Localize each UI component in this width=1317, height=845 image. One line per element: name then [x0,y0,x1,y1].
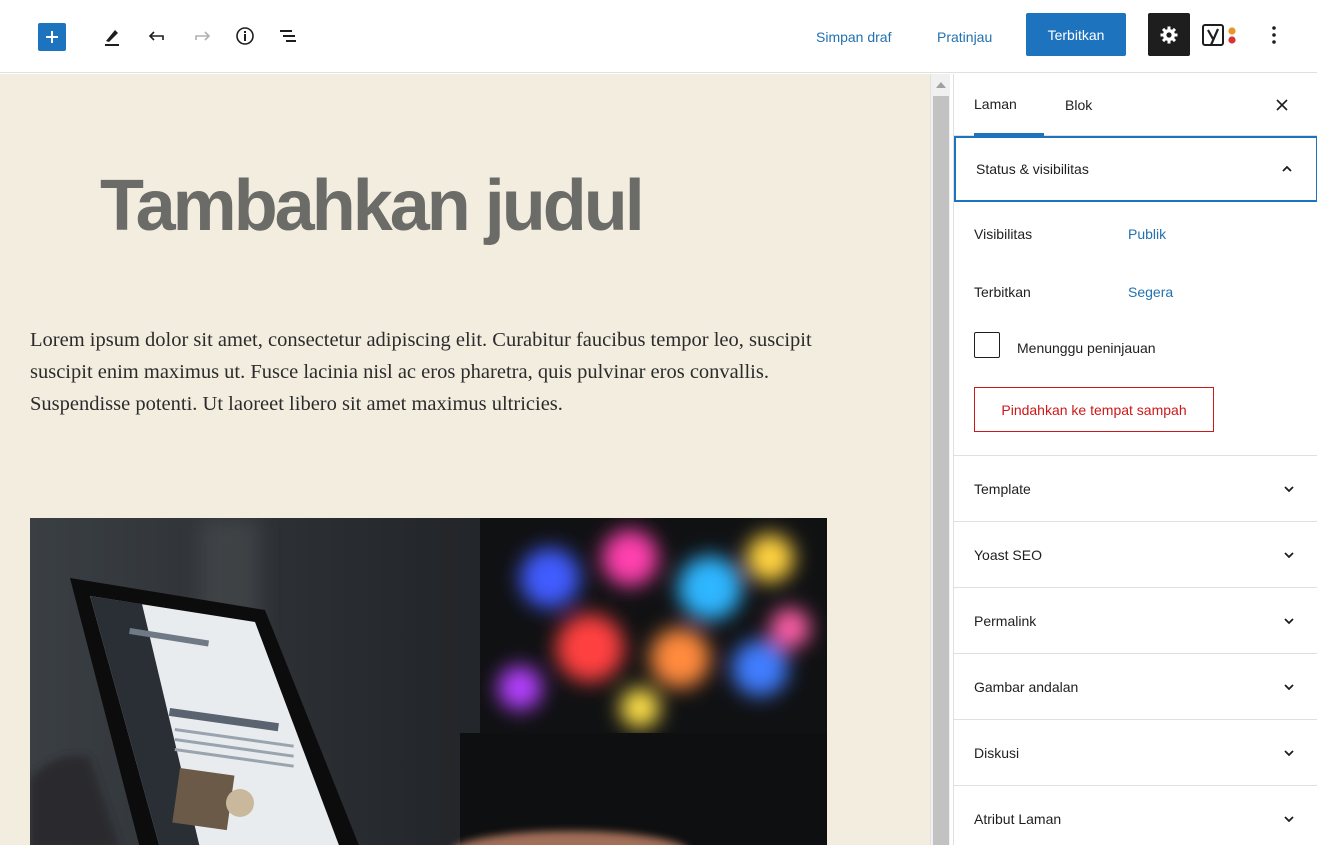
details-button[interactable] [231,22,259,50]
tab-label: Blok [1065,97,1093,113]
save-draft-button[interactable]: Simpan draf [816,27,891,47]
panel-title: Diskusi [974,744,1020,761]
info-icon [236,27,254,45]
panel-title: Atribut Laman [974,810,1062,827]
more-vertical-icon [1272,26,1276,44]
tab-label: Laman [974,95,1017,112]
move-to-trash-button[interactable]: Pindahkan ke tempat sampah [974,387,1214,432]
settings-button[interactable] [1148,13,1190,56]
panel-yoast-seo[interactable]: Yoast SEO [954,521,1317,587]
panel-permalink[interactable]: Permalink [954,587,1317,653]
sidebar-tabs: Laman Blok [954,74,1317,136]
panel-title: Permalink [974,612,1037,629]
panel-page-attributes[interactable]: Atribut Laman [954,785,1317,845]
yoast-icon [1202,24,1236,46]
visibility-value-button[interactable]: Publik [1128,226,1166,242]
chevron-down-icon [1284,815,1294,822]
panel-status-visibility[interactable]: Status & visibilitas [954,136,1317,202]
settings-sidebar: Laman Blok Status & visibilitas Visibili… [953,74,1317,845]
preview-button[interactable]: Pratinjau [937,27,992,47]
chevron-down-icon [1284,749,1294,756]
visibility-label: Visibilitas [974,226,1033,242]
scrollbar-thumb[interactable] [933,96,949,845]
scroll-up-icon[interactable] [936,82,946,88]
publish-button[interactable]: Terbitkan [1026,13,1126,56]
panel-title: Yoast SEO [974,546,1042,563]
list-view-icon [280,30,296,42]
panel-title: Gambar andalan [974,678,1079,695]
editor-toolbar: Simpan draf Pratinjau Terbitkan [0,0,1317,73]
undo-icon [148,31,164,41]
editor-canvas: Tambahkan judul Lorem ipsum dolor sit am… [0,74,930,845]
chevron-down-icon [1284,551,1294,558]
chevron-down-icon [1284,617,1294,624]
more-options-button[interactable] [1262,20,1286,50]
tab-blok[interactable]: Blok [1065,74,1115,136]
panel-featured-image[interactable]: Gambar andalan [954,653,1317,719]
redo-icon [195,31,211,41]
paragraph-block[interactable]: Lorem ipsum dolor sit amet, consectetur … [30,324,830,420]
chevron-down-icon [1284,485,1294,492]
image-block[interactable] [30,518,827,845]
tools-button[interactable] [98,22,126,50]
list-view-button[interactable] [274,22,302,50]
pending-review-label: Menunggu peninjauan [1017,340,1156,356]
chevron-up-icon [1282,165,1292,172]
publish-label: Terbitkan [974,284,1031,300]
pending-review-checkbox[interactable] [974,332,1000,358]
editor-scrollbar[interactable] [930,74,950,845]
pencil-icon [105,30,119,46]
add-block-button[interactable] [38,23,66,51]
laptop-photo [30,518,827,845]
gear-icon [1160,26,1178,43]
tab-laman[interactable]: Laman [974,74,1044,136]
publish-date-button[interactable]: Segera [1128,284,1173,300]
post-title-input[interactable]: Tambahkan judul [90,164,850,248]
close-icon [1276,99,1288,111]
chevron-down-icon [1284,683,1294,690]
panel-template[interactable]: Template [954,455,1317,521]
panel-title: Template [974,480,1031,497]
yoast-button[interactable] [1198,18,1246,52]
close-sidebar-button[interactable] [1270,93,1294,117]
plus-icon [46,31,58,43]
panel-title: Status & visibilitas [976,161,1089,177]
undo-button[interactable] [143,22,171,50]
redo-button[interactable] [188,22,216,50]
panel-discussion[interactable]: Diskusi [954,719,1317,785]
